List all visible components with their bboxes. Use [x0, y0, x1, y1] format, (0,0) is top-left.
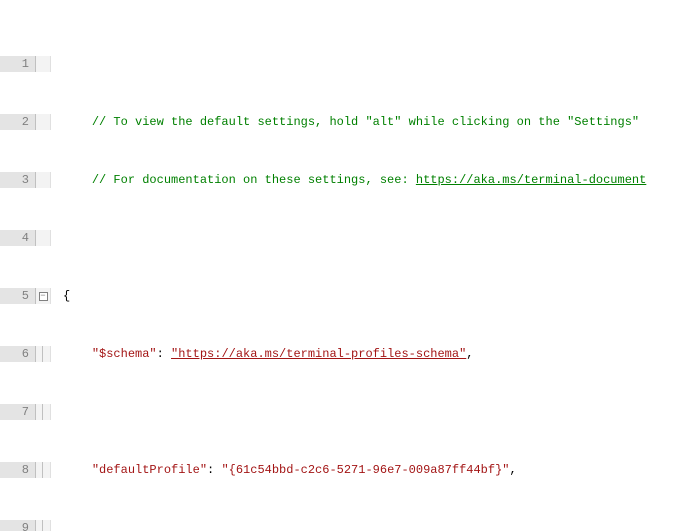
- line-number: 1: [0, 56, 36, 72]
- fold-gutter: [36, 114, 51, 130]
- code-line[interactable]: 4: [0, 230, 680, 246]
- fold-gutter: [36, 520, 51, 531]
- fold-gutter: [36, 462, 51, 478]
- code-area[interactable]: 1 2 // To view the default settings, hol…: [0, 0, 680, 531]
- fold-gutter: [36, 56, 51, 72]
- fold-gutter: [36, 404, 51, 420]
- line-number: 4: [0, 230, 36, 246]
- fold-gutter: [36, 172, 51, 188]
- comment: // For documentation on these settings, …: [92, 173, 416, 187]
- line-number: 8: [0, 462, 36, 478]
- code-line[interactable]: 5 − {: [0, 288, 680, 304]
- code-line[interactable]: 9: [0, 520, 680, 531]
- code-line[interactable]: 1: [0, 56, 680, 72]
- line-number: 7: [0, 404, 36, 420]
- line-number: 5: [0, 288, 36, 304]
- json-key: "defaultProfile": [92, 463, 207, 477]
- code-line[interactable]: 8 "defaultProfile": "{61c54bbd-c2c6-5271…: [0, 462, 680, 478]
- line-number: 2: [0, 114, 36, 130]
- json-string: "{61c54bbd-c2c6-5271-96e7-009a87ff44bf}": [221, 463, 509, 477]
- code-line[interactable]: 6 "$schema": "https://aka.ms/terminal-pr…: [0, 346, 680, 362]
- code-line[interactable]: 3 // For documentation on these settings…: [0, 172, 680, 188]
- line-number: 6: [0, 346, 36, 362]
- line-number: 9: [0, 520, 36, 531]
- json-key: "$schema": [92, 347, 157, 361]
- line-number: 3: [0, 172, 36, 188]
- fold-gutter[interactable]: −: [36, 288, 51, 304]
- code-line[interactable]: 2 // To view the default settings, hold …: [0, 114, 680, 130]
- comment: // To view the default settings, hold "a…: [92, 115, 639, 129]
- fold-gutter: [36, 230, 51, 246]
- code-editor[interactable]: 1 2 // To view the default settings, hol…: [0, 0, 680, 531]
- fold-gutter: [36, 346, 51, 362]
- fold-minus-icon[interactable]: −: [39, 292, 48, 301]
- doc-link[interactable]: https://aka.ms/terminal-document: [416, 173, 646, 187]
- schema-link[interactable]: "https://aka.ms/terminal-profiles-schema…: [171, 347, 466, 361]
- code-line[interactable]: 7: [0, 404, 680, 420]
- brace: {: [63, 289, 70, 303]
